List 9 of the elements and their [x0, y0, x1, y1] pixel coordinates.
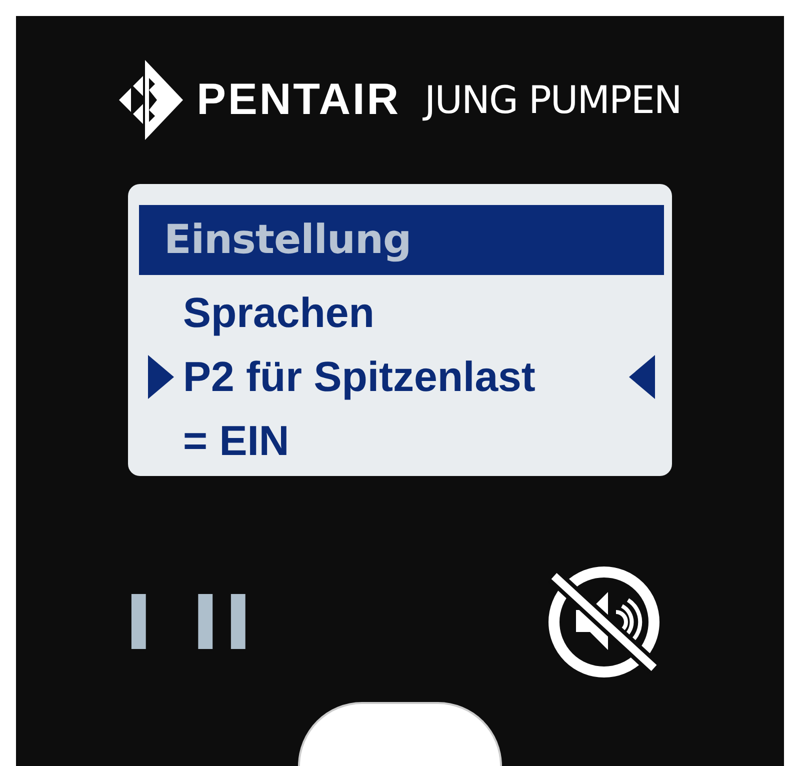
- menu-title: Einstellung: [139, 205, 664, 275]
- pump-indicator: I: [124, 582, 158, 662]
- brand-name: PENTAIR: [196, 75, 400, 125]
- brand-subname: JUNG PUMPEN: [424, 78, 682, 122]
- logo-icon: [118, 60, 183, 140]
- menu-line: = EIN: [183, 417, 290, 465]
- pump-indicator: II: [192, 582, 258, 662]
- menu-line: P2 für Spitzenlast: [183, 353, 536, 401]
- menu-line: Sprachen: [183, 289, 376, 337]
